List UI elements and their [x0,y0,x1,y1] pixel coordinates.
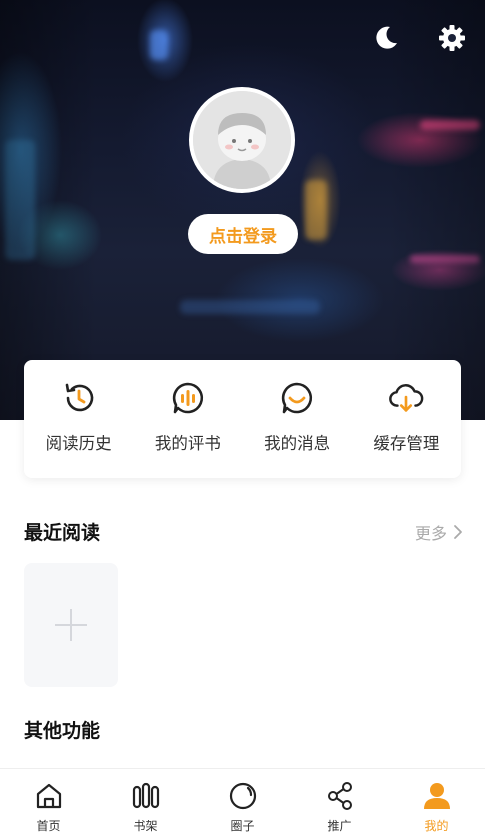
tab-bookshelf[interactable]: 书架 [97,769,194,840]
tab-label: 书架 [133,819,158,833]
tab-label: 推广 [327,819,352,833]
quick-actions-card: 阅读历史 我的评书 我的消息 缓存管理 [24,360,461,478]
profile-header-background [0,0,485,420]
other-functions-title: 其他功能 [24,720,101,742]
tab-label: 我的 [424,819,449,833]
plus-icon [55,609,87,641]
message-bubble-icon [279,380,315,416]
bookshelf-icon [129,779,163,813]
quick-action-label: 我的消息 [264,434,331,453]
more-label: 更多 [414,524,447,543]
cache-management-button[interactable]: 缓存管理 [352,360,461,478]
circle-icon [226,779,260,813]
tab-circle[interactable]: 圈子 [194,769,291,840]
login-button[interactable]: 点击登录 [188,214,298,254]
quick-action-label: 我的评书 [154,434,221,453]
quick-action-label: 缓存管理 [373,434,440,453]
chevron-right-icon [454,525,462,539]
cloud-download-icon [388,380,424,416]
settings-gear-icon[interactable] [436,22,468,54]
home-icon [32,779,66,813]
quick-action-label: 阅读历史 [45,434,112,453]
my-messages-button[interactable]: 我的消息 [243,360,352,478]
default-avatar-icon [193,91,291,189]
tab-profile[interactable]: 我的 [388,769,485,840]
history-clock-icon [61,380,97,416]
bottom-tab-bar: 首页 书架 圈子 推广 我的 [0,768,485,840]
review-audio-icon [170,380,206,416]
reading-history-button[interactable]: 阅读历史 [24,360,133,478]
add-book-tile[interactable] [24,563,118,687]
avatar[interactable] [189,87,295,193]
recent-reading-title: 最近阅读 [24,522,101,544]
more-link[interactable]: 更多 [415,520,463,544]
moon-icon[interactable] [370,22,402,54]
tab-promote[interactable]: 推广 [291,769,388,840]
my-reviews-button[interactable]: 我的评书 [133,360,242,478]
tab-label: 首页 [36,819,61,833]
share-icon [323,779,357,813]
tab-home[interactable]: 首页 [0,769,97,840]
profile-icon [420,779,454,813]
tab-label: 圈子 [230,819,255,833]
